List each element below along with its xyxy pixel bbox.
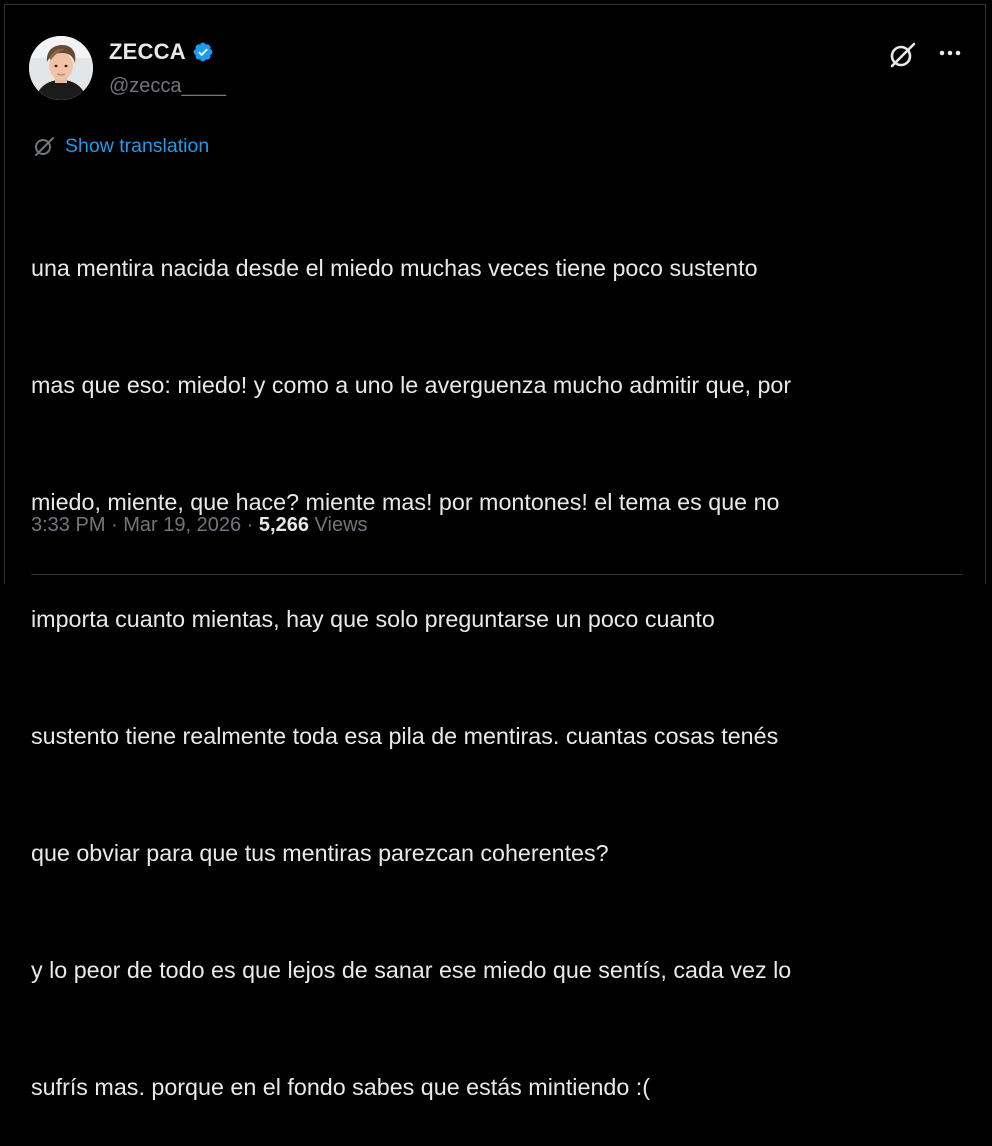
show-translation-link[interactable]: Show translation [33,134,209,158]
tweet-text-line: sufrís mas. porque en el fondo sabes que… [31,1074,651,1100]
tweet-text-line: importa cuanto mientas, hay que solo pre… [31,606,715,632]
display-name[interactable]: ZECCA [109,39,186,65]
author-name-row[interactable]: ZECCA [109,38,214,66]
meta-separator: · [105,514,124,536]
verified-badge-icon [192,41,214,63]
tweet-text: una mentira nacida desde el miedo muchas… [31,171,971,1146]
show-translation-label[interactable]: Show translation [65,135,209,158]
avatar[interactable] [29,36,93,100]
avatar-photo-icon [29,36,93,100]
tweet-meta: 3:33 PM · Mar 19, 2026 · 5,266 Views [31,514,368,537]
divider [31,574,963,575]
more-options-button[interactable] [936,41,966,65]
tweet-text-line: y lo peor de todo es que lejos de sanar … [31,957,792,983]
tweet-text-line: mas que eso: miedo! y como a uno le aver… [31,372,792,398]
globe-translate-icon [35,137,54,156]
views-label[interactable]: Views [309,514,368,537]
author-handle[interactable]: @zecca____ [109,75,226,98]
grok-button[interactable] [887,40,917,70]
tweet-text-line: una mentira nacida desde el miedo muchas… [31,255,758,281]
meta-separator: · [241,514,259,536]
more-options-icon [939,50,961,56]
tweet-time[interactable]: 3:33 PM [31,514,105,537]
grok-icon [890,42,916,68]
tweet-date[interactable]: Mar 19, 2026 [123,514,241,537]
tweet-text-line: que obviar para que tus mentiras parezca… [31,840,609,866]
views-count[interactable]: 5,266 [259,514,309,537]
tweet-text-line: sustento tiene realmente toda esa pila d… [31,723,779,749]
